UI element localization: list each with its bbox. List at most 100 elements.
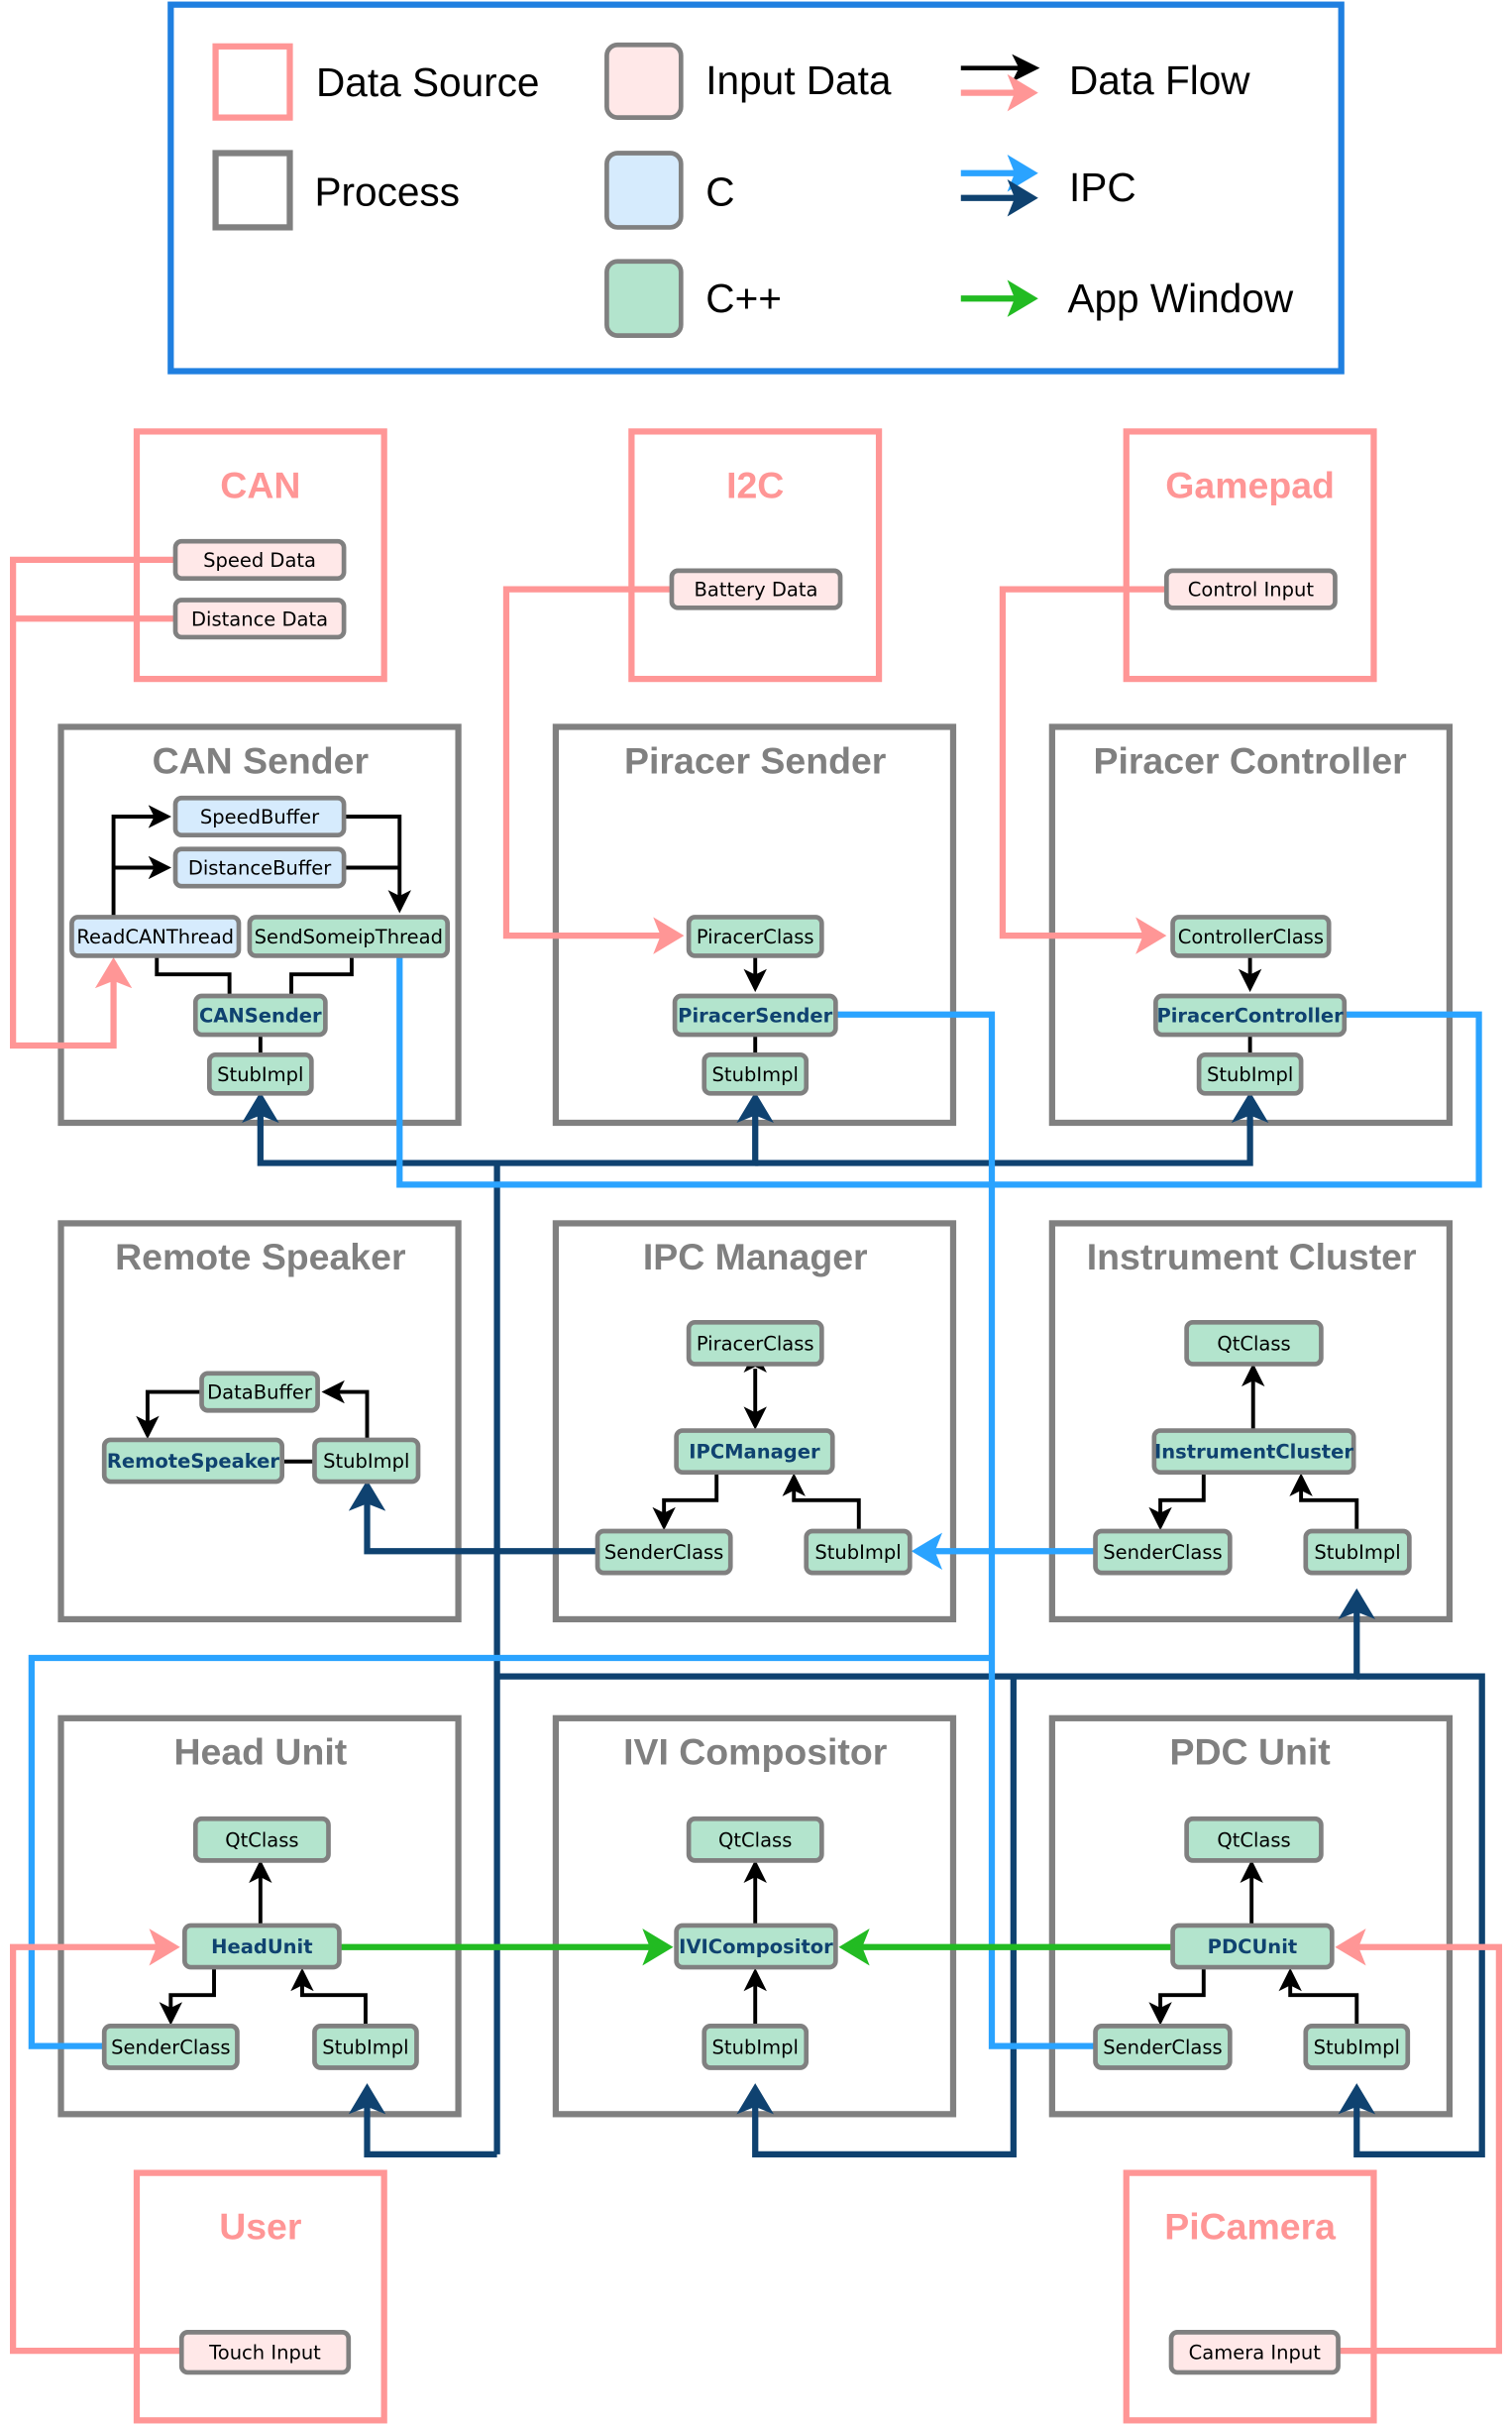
headunit-senderclass-node: SenderClass (101, 2024, 240, 2070)
speedbuffer-node-label: SpeedBuffer (200, 806, 320, 828)
databuffer-node-label: DataBuffer (207, 1381, 313, 1404)
piracerclass-node: PiracerClass (686, 915, 824, 958)
process-title-piracer-sender: Piracer Sender (624, 739, 886, 781)
pdc-qtclass-node-label: QtClass (1217, 1828, 1290, 1851)
flow-stub-to-cluster (1289, 1473, 1359, 1531)
cluster-senderclass-node: SenderClass (1093, 1528, 1233, 1576)
headunit-senderclass-node-label: SenderClass (111, 2036, 230, 2058)
camera-input-node-label: Camera Input (1189, 2342, 1322, 2365)
ivi-qtclass-node-label: QtClass (718, 1828, 792, 1851)
instrumentcluster-node-label: InstrumentCluster (1154, 1441, 1353, 1464)
ipc-link-to-pdc-stub (1338, 1673, 1485, 2158)
ipcmanager-stubimpl-node: StubImpl (804, 1528, 913, 1576)
ipc-link-to-piracer-sender-stub (496, 1091, 774, 1166)
remote-speaker-stubimpl-node: StubImpl (312, 1437, 421, 1485)
ivi-stubimpl-node-label: StubImpl (712, 2036, 799, 2058)
readcanthread-node: ReadCANThread (69, 915, 242, 958)
speed-data-node-label: Speed Data (203, 549, 316, 572)
cluster-senderclass-node-label: SenderClass (1103, 1541, 1222, 1564)
piracercontroller-node-label: PiracerController (1156, 1005, 1344, 1028)
controllerclass-node-label: ControllerClass (1178, 926, 1324, 948)
process-title-ivi-compositor: IVI Compositor (623, 1731, 887, 1773)
ivicompositor-node-label: IVICompositor (679, 1935, 833, 1958)
distance-data-node: Distance Data (172, 598, 347, 640)
legend-input-data-label: Input Data (705, 57, 892, 103)
readcanthread-node-label: ReadCANThread (76, 926, 234, 948)
headunit-stubimpl-node-label: StubImpl (322, 2036, 408, 2058)
piracerclass-node-label: PiracerClass (697, 926, 814, 948)
instrumentcluster-node: InstrumentCluster (1151, 1428, 1356, 1476)
sendsomeipthread-node-label: SendSomeipThread (255, 926, 443, 948)
headunit-qtclass-node: QtClass (192, 1816, 331, 1863)
ipc-light-can-sender (396, 955, 992, 1188)
cansender-node: CANSender (192, 993, 328, 1038)
pdcunit-node-label: PDCUnit (1208, 1935, 1298, 1958)
legend-c-swatch (604, 151, 684, 230)
flow-stub-to-databuffer (321, 1379, 370, 1440)
battery-data-node-label: Battery Data (695, 579, 818, 602)
distancebuffer-node-label: DistanceBuffer (188, 857, 332, 880)
can-sender-stubimpl-node: StubImpl (206, 1051, 314, 1096)
ipc-link-to-piracer-controller-stub (755, 1091, 1269, 1166)
cluster-qtclass-node-label: QtClass (1217, 1332, 1290, 1355)
cluster-stubimpl-node: StubImpl (1303, 1528, 1412, 1576)
distancebuffer-node: DistanceBuffer (172, 846, 347, 889)
source-title-i2c: I2C (726, 465, 784, 506)
headunit-node: HeadUnit (182, 1923, 342, 1970)
process-title-can-sender: CAN Sender (153, 739, 369, 781)
speed-data-node: Speed Data (172, 538, 347, 582)
piracer-sender-stubimpl-node: StubImpl (702, 1051, 810, 1096)
legend: Data Source Process Input Data C C++ Dat… (167, 1, 1345, 375)
legend-c-label: C (705, 169, 734, 215)
cansender-node-label: CANSender (199, 1005, 322, 1028)
pdc-senderclass-node: SenderClass (1093, 2024, 1233, 2070)
legend-app-window-label: App Window (1067, 276, 1293, 321)
nodes: Speed Data Distance Data Battery Data Contr… (69, 538, 1412, 2375)
ipcmanager-piracerclass-node-label: PiracerClass (697, 1332, 814, 1355)
legend-data-source-label: Data Source (316, 59, 539, 105)
ipcmanager-stubimpl-node-label: StubImpl (814, 1541, 901, 1564)
cluster-qtclass-node: QtClass (1184, 1319, 1324, 1367)
legend-data-flow-label: Data Flow (1069, 57, 1250, 103)
piracersender-node-label: PiracerSender (678, 1005, 832, 1028)
ivi-stubimpl-node: StubImpl (702, 2024, 810, 2070)
flow-speed-data (10, 556, 175, 1049)
process-title-pdc-unit: PDC Unit (1169, 1731, 1331, 1773)
pdcunit-node: PDCUnit (1170, 1923, 1335, 1970)
touch-input-node: Touch Input (178, 2330, 352, 2375)
distance-data-node-label: Distance Data (191, 607, 328, 630)
source-title-picamera: PiCamera (1164, 2206, 1337, 2248)
flow-speedbuffer-to-sendsomeip (344, 815, 411, 914)
ipc-link-ipcmanager-to-speaker-stub (348, 1480, 598, 1555)
ipcmanager-senderclass-node-label: SenderClass (604, 1541, 723, 1564)
remotespeaker-node-label: RemoteSpeaker (107, 1450, 280, 1473)
touch-input-node-label: Touch Input (208, 2342, 321, 2365)
ivicompositor-node: IVICompositor (674, 1923, 838, 1970)
pdc-senderclass-node-label: SenderClass (1103, 2036, 1222, 2058)
piracer-controller-stubimpl-node: StubImpl (1196, 1051, 1304, 1096)
legend-cpp-swatch (604, 259, 684, 338)
flow-cluster-to-sender (1148, 1472, 1206, 1531)
process-title-remote-speaker: Remote Speaker (115, 1236, 405, 1277)
controllerclass-node: ControllerClass (1170, 915, 1332, 958)
headunit-qtclass-node-label: QtClass (225, 1828, 298, 1851)
flow-databuffer-to-speaker (136, 1389, 202, 1440)
remote-speaker-stubimpl-node-label: StubImpl (323, 1450, 409, 1473)
ipc-link-to-headunit-stub (348, 2083, 497, 2158)
camera-input-node: Camera Input (1168, 2330, 1341, 2375)
process-title-ipc-manager: IPC Manager (643, 1236, 868, 1277)
speedbuffer-node: SpeedBuffer (172, 795, 347, 838)
process-frame-remote-speaker (57, 1220, 462, 1623)
architecture-diagram: Data Source Process Input Data C C++ Dat… (10, 1, 1502, 2424)
legend-ipc-label: IPC (1069, 165, 1136, 210)
control-input-node-label: Control Input (1188, 579, 1315, 602)
flow-stub-to-headunit (290, 1967, 368, 2027)
remotespeaker-node: RemoteSpeaker (101, 1437, 285, 1485)
headunit-stubimpl-node: StubImpl (312, 2024, 419, 2070)
can-sender-stubimpl-node-label: StubImpl (217, 1063, 303, 1086)
legend-input-data-swatch (604, 42, 684, 120)
link-readcan-cansender (155, 955, 232, 997)
flow-stub-to-pdc (1278, 1967, 1359, 2027)
battery-data-node: Battery Data (669, 568, 843, 610)
flow-headunit-to-sender (159, 1967, 216, 2026)
